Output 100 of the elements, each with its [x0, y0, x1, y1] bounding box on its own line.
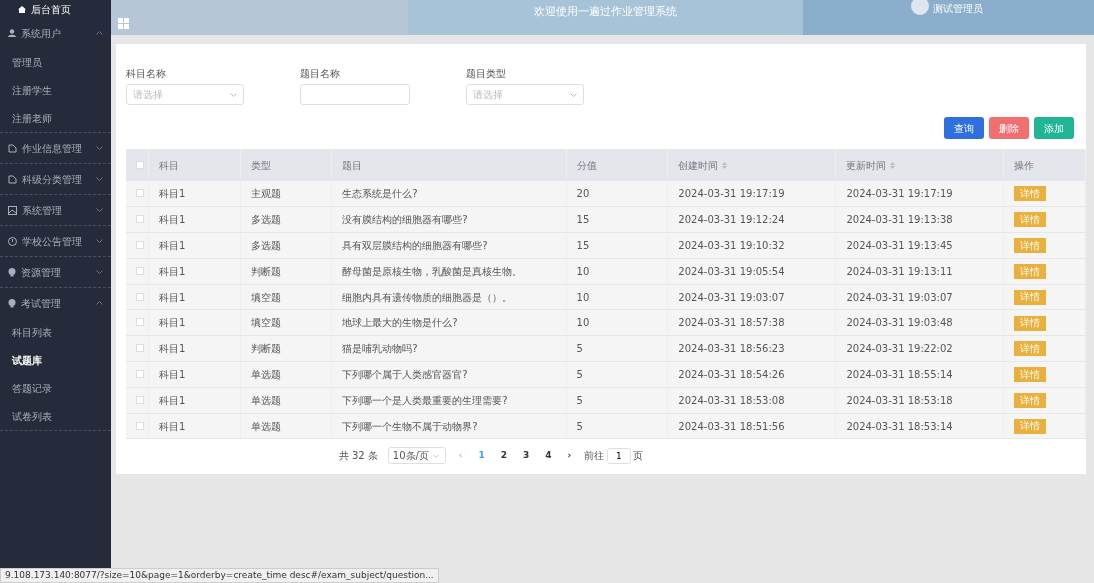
table-cell: 酵母菌是原核生物，乳酸菌是真核生物。	[331, 258, 566, 285]
chevron-icon	[570, 92, 577, 97]
checkbox[interactable]	[136, 266, 144, 275]
table-cell: 判断题	[240, 335, 332, 362]
table-cell: 2024-03-31 19:03:07	[667, 284, 836, 310]
table-cell: 2024-03-31 18:53:08	[667, 387, 836, 414]
table-cell: 5	[566, 335, 668, 362]
sidebar-item[interactable]: 管理员	[0, 48, 111, 76]
sidebar-group[interactable]: 学校公告管理	[0, 226, 111, 256]
table-cell: 2024-03-31 18:54:26	[667, 361, 836, 388]
table-cell: 15	[566, 206, 668, 233]
checkbox[interactable]	[136, 215, 144, 224]
table-cell: 填空题	[240, 284, 332, 310]
page-title: 欢迎使用一遍过作业管理系统	[408, 0, 803, 35]
table-cell: 2024-03-31 19:13:38	[835, 206, 1004, 233]
sidebar-group[interactable]: 资源管理	[0, 257, 111, 287]
table-cell: 没有膜结构的细胞器有哪些?	[331, 206, 566, 233]
page-input[interactable]: 1	[606, 447, 631, 464]
avatar-icon[interactable]	[911, 0, 929, 15]
sidebar-item[interactable]: 注册老师	[0, 104, 111, 132]
table-cell: 下列哪一个是人类最重要的生理需要?	[331, 387, 566, 414]
table-cell: 主观题	[240, 181, 332, 207]
sidebar-group[interactable]: 系统管理	[0, 195, 111, 225]
column-header[interactable]: 创建时间	[678, 159, 727, 171]
user-icon	[8, 29, 16, 37]
table-cell: 2024-03-31 19:03:48	[835, 310, 1004, 336]
table-cell: 2024-03-31 18:53:18	[835, 387, 1004, 414]
table-cell: 生态系统是什么?	[331, 181, 566, 207]
table-cell: 单选题	[240, 387, 332, 414]
next-page-button[interactable]: ›	[564, 449, 575, 463]
table-cell: 2024-03-31 18:55:14	[835, 361, 1004, 388]
sidebar-group[interactable]: 作业信息管理	[0, 133, 111, 163]
table-cell: 5	[566, 361, 668, 388]
sort-icon[interactable]	[721, 162, 727, 169]
column-header[interactable]: 更新时间	[846, 159, 895, 171]
chevron-icon	[432, 453, 439, 458]
table-cell: 单选题	[240, 413, 332, 439]
bulb-icon	[8, 298, 16, 308]
goto-label: 前往	[584, 449, 605, 464]
table-cell: 科目1	[148, 284, 241, 310]
field-label: 题目类型	[466, 67, 507, 81]
checkbox[interactable]	[136, 395, 144, 404]
table-cell: 下列哪个属于人类感官器官?	[331, 361, 566, 388]
grid-icon[interactable]	[118, 18, 129, 29]
page-size-select[interactable]: 10条/页	[387, 447, 446, 465]
table-cell: 科目1	[148, 258, 241, 285]
table-cell: 2024-03-31 18:56:23	[667, 335, 836, 362]
table-cell: 单选题	[240, 361, 332, 388]
field-label: 科目名称	[126, 67, 167, 81]
checkbox[interactable]	[136, 160, 144, 169]
picture-frame-icon	[8, 205, 17, 215]
column-header: 操作	[1014, 159, 1035, 171]
table-cell: 科目1	[148, 361, 241, 388]
table-cell: 填空题	[240, 310, 332, 336]
table-cell: 科目1	[148, 310, 241, 336]
sidebar-item[interactable]: 试卷列表	[0, 402, 111, 430]
table-cell: 多选题	[240, 206, 332, 233]
table-cell: 2024-03-31 18:57:38	[667, 310, 836, 336]
document-icon	[8, 143, 17, 153]
table-cell: 10	[566, 284, 668, 310]
sidebar-item[interactable]: 注册学生	[0, 76, 111, 104]
table-cell: 2024-03-31 19:13:11	[835, 258, 1004, 285]
home-link[interactable]: 后台首页	[31, 1, 71, 17]
table-cell: 2024-03-31 19:13:45	[835, 232, 1004, 259]
column-header: 科目	[158, 159, 179, 171]
table-cell: 科目1	[148, 387, 241, 414]
checkbox[interactable]	[136, 292, 144, 301]
sort-icon[interactable]	[889, 162, 895, 169]
sidebar-group[interactable]: 科级分类管理	[0, 164, 111, 194]
table-cell: 2024-03-31 19:05:54	[667, 258, 836, 285]
table-cell: 2024-03-31 19:10:32	[667, 232, 836, 259]
sidebar-item[interactable]: 试题库	[0, 346, 111, 374]
table-cell: 2024-03-31 19:17:19	[835, 181, 1004, 207]
input-field[interactable]	[300, 84, 410, 105]
field-label: 题目名称	[300, 67, 341, 81]
page-button[interactable]: 3	[520, 449, 533, 463]
search-button[interactable]: 查询	[944, 117, 984, 139]
table-cell: 地球上最大的生物是什么?	[331, 310, 566, 336]
page-button[interactable]: 4	[542, 449, 555, 463]
checkbox[interactable]	[136, 318, 144, 327]
bulb-icon	[8, 267, 16, 277]
sidebar-item[interactable]: 答题记录	[0, 374, 111, 402]
table-cell: 科目1	[148, 232, 241, 259]
table-cell: 具有双层膜结构的细胞器有哪些?	[331, 232, 566, 259]
checkbox[interactable]	[136, 344, 144, 353]
sidebar-group[interactable]: 考试管理	[0, 288, 111, 318]
page-button[interactable]: 2	[497, 449, 511, 463]
checkbox[interactable]	[136, 189, 144, 198]
column-header: 分值	[576, 159, 597, 171]
checkbox[interactable]	[136, 369, 144, 378]
table-cell: 下列哪一个生物不属于动物界?	[331, 413, 566, 439]
sidebar-group[interactable]: 系统用户	[0, 18, 111, 48]
column-header: 题目	[342, 159, 363, 171]
total-count: 共 32 条	[338, 449, 378, 464]
checkbox[interactable]	[136, 421, 144, 430]
sidebar-item[interactable]: 科目列表	[0, 318, 111, 346]
checkbox[interactable]	[136, 241, 144, 249]
table-cell: 科目1	[148, 335, 241, 362]
table-cell: 2024-03-31 19:03:07	[835, 284, 1004, 310]
table-cell: 判断题	[240, 258, 332, 285]
